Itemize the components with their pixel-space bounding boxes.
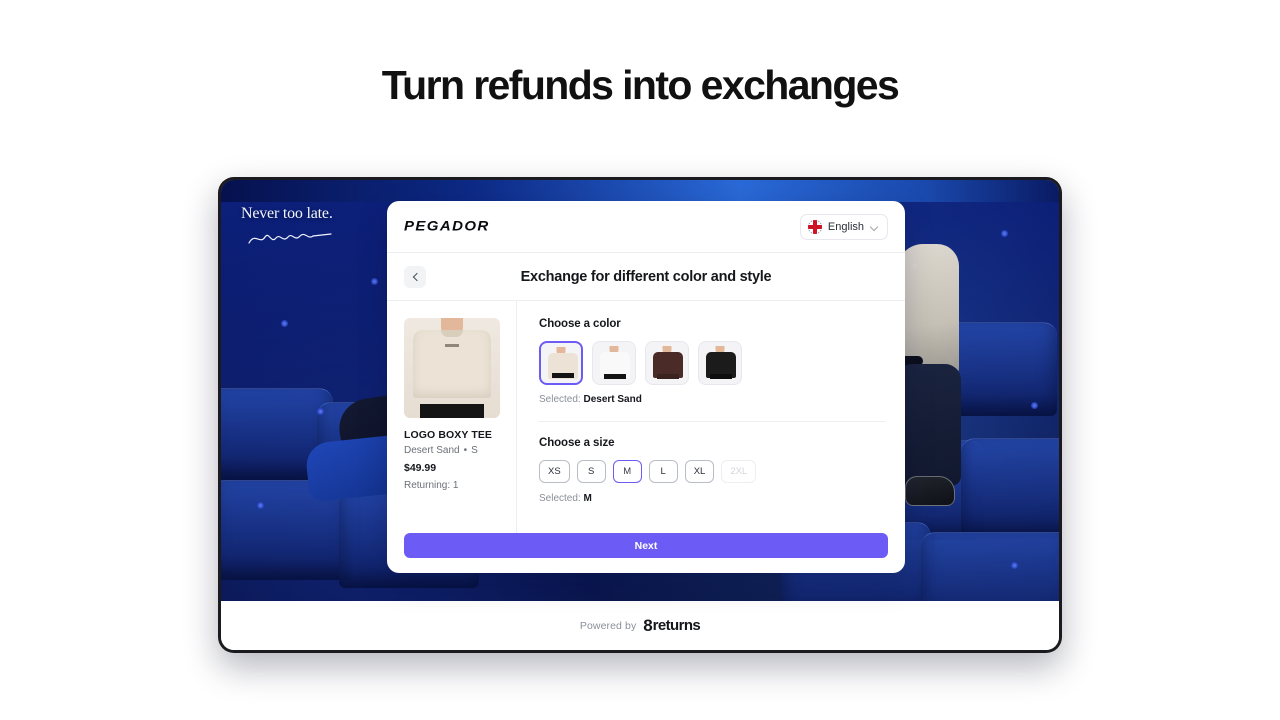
size-option-xs[interactable]: XS <box>539 460 570 483</box>
size-option-s[interactable]: S <box>576 460 606 483</box>
bokeh-dot <box>1011 562 1018 569</box>
size-section-title: Choose a size <box>539 437 615 449</box>
brand-logo-pegador: PEGADOR <box>404 218 490 235</box>
eight-glyph-icon: 8 <box>643 615 653 635</box>
selected-size-label: Selected: M <box>539 493 885 504</box>
color-swatch-dark-brown[interactable] <box>645 341 689 385</box>
card-body: LOGO BOXY TEE Desert Sand • S $49.99 Retur… <box>387 301 905 533</box>
product-price: $49.99 <box>404 462 437 474</box>
bokeh-dot <box>1031 402 1038 409</box>
product-variant: Desert Sand • S <box>404 445 503 456</box>
selected-size-value: M <box>583 493 592 504</box>
product-thumbnail <box>404 318 500 418</box>
shoe-shape <box>905 476 955 506</box>
section-divider <box>539 421 885 422</box>
product-color: Desert Sand <box>404 445 460 456</box>
selected-color-label: Selected: Desert Sand <box>539 394 885 405</box>
chevron-left-icon <box>411 273 419 281</box>
powered-by-footer: Powered by 8 returns <box>221 601 1059 650</box>
color-swatch-black[interactable] <box>698 341 742 385</box>
card-subheader: Exchange for different color and style <box>387 253 905 301</box>
back-button[interactable] <box>404 265 426 288</box>
size-option-xl[interactable]: XL <box>684 460 715 483</box>
color-section-title: Choose a color <box>539 318 621 330</box>
bokeh-dot <box>317 408 324 415</box>
color-swatch-white[interactable] <box>592 341 636 385</box>
language-label: English <box>827 220 864 233</box>
device-screen: Never too late. Powered by 8 returns PEGA… <box>221 180 1059 650</box>
variant-separator: • <box>463 445 468 456</box>
page-title: Turn refunds into exchanges <box>381 62 900 108</box>
size-option-l[interactable]: L <box>648 460 678 483</box>
card-header: PEGADOR English <box>387 201 905 253</box>
product-returning-count: Returning: 1 <box>404 480 459 491</box>
eightreturns-wordmark: returns <box>652 617 701 634</box>
selected-size-prefix: Selected: <box>539 493 584 504</box>
product-summary-panel: LOGO BOXY TEE Desert Sand • S $49.99 Retur… <box>387 301 517 533</box>
size-option-2xl: 2XL <box>721 460 757 483</box>
selected-color-prefix: Selected: <box>539 394 584 405</box>
selected-color-value: Desert Sand <box>583 394 642 405</box>
exchange-card: PEGADOR English Exchange for different c… <box>387 201 905 573</box>
product-title: LOGO BOXY TEE <box>404 429 493 441</box>
handwritten-signature-icon <box>248 233 332 244</box>
color-swatch-row <box>539 341 885 385</box>
size-option-m[interactable]: M <box>612 460 642 483</box>
color-swatch-desert-sand[interactable] <box>539 341 583 385</box>
uk-flag-icon <box>807 219 822 234</box>
bokeh-dot <box>281 320 288 327</box>
bokeh-dot <box>1001 230 1008 237</box>
step-title: Exchange for different color and style <box>520 268 772 285</box>
bokeh-dot <box>371 278 378 285</box>
card-cta-area: Next <box>387 533 905 573</box>
background-overlay-text: Never too late. <box>241 205 333 222</box>
chevron-down-icon <box>870 222 879 231</box>
powered-by-label: Powered by <box>579 619 637 632</box>
language-selector[interactable]: English <box>799 213 888 240</box>
size-options-row: XS S M L XL 2XL <box>539 460 885 483</box>
eightreturns-logo: 8 returns <box>643 616 700 636</box>
product-size: S <box>471 445 478 456</box>
bokeh-dot <box>257 502 264 509</box>
next-button[interactable]: Next <box>404 533 888 558</box>
device-mockup-frame: Never too late. Powered by 8 returns PEGA… <box>218 177 1062 653</box>
options-panel: Choose a color Selected: Desert Sand Cho… <box>517 301 905 533</box>
